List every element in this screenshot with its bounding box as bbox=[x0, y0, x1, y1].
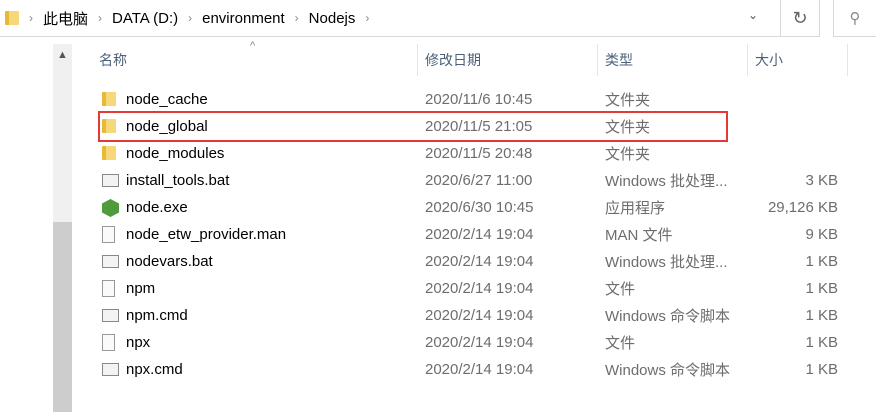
file-date: 2020/6/30 10:45 bbox=[425, 199, 534, 216]
column-date[interactable]: 修改日期 bbox=[425, 44, 598, 76]
file-size: 1 KB bbox=[805, 280, 838, 297]
file-row[interactable]: npx 2020/2/14 19:04 文件 1 KB bbox=[90, 329, 850, 356]
breadcrumb-nodejs[interactable]: Nodejs bbox=[309, 10, 356, 27]
doc-icon bbox=[102, 334, 115, 351]
folder-icon bbox=[5, 11, 19, 25]
folder-icon bbox=[102, 146, 116, 160]
file-type: Windows 命令脚本 bbox=[605, 362, 731, 379]
file-size: 1 KB bbox=[805, 307, 838, 324]
bat-icon bbox=[102, 363, 119, 376]
file-name: node_cache bbox=[126, 91, 208, 108]
file-name: install_tools.bat bbox=[126, 172, 230, 189]
doc-icon bbox=[102, 280, 115, 297]
file-size: 1 KB bbox=[805, 253, 838, 270]
chevron-right-icon: › bbox=[29, 11, 33, 25]
chevron-right-icon: › bbox=[98, 11, 103, 25]
column-type[interactable]: 类型 bbox=[605, 44, 748, 76]
file-type: Windows 命令脚本 bbox=[605, 308, 731, 325]
file-row[interactable]: node.exe 2020/6/30 10:45 应用程序 29,126 KB bbox=[90, 194, 850, 221]
file-name: npx bbox=[126, 334, 151, 351]
file-row[interactable]: node_etw_provider.man 2020/2/14 19:04 MA… bbox=[90, 221, 850, 248]
file-name: node_etw_provider.man bbox=[126, 226, 287, 243]
file-type: 文件夹 bbox=[605, 92, 651, 109]
file-date: 2020/2/14 19:04 bbox=[425, 334, 534, 351]
folder-icon bbox=[102, 92, 116, 106]
file-date: 2020/2/14 19:04 bbox=[425, 361, 534, 378]
chevron-right-icon: › bbox=[188, 11, 193, 25]
file-date: 2020/11/5 20:48 bbox=[425, 145, 533, 162]
file-size: 29,126 KB bbox=[767, 199, 838, 216]
file-row[interactable]: npx.cmd 2020/2/14 19:04 Windows 命令脚本 1 K… bbox=[90, 356, 850, 383]
file-name: npx.cmd bbox=[126, 361, 183, 378]
file-date: 2020/2/14 19:04 bbox=[425, 226, 534, 243]
file-size: 1 KB bbox=[805, 361, 838, 378]
file-row[interactable]: npm.cmd 2020/2/14 19:04 Windows 命令脚本 1 K… bbox=[90, 302, 850, 329]
file-size: 1 KB bbox=[805, 334, 838, 351]
bat-icon bbox=[102, 255, 119, 268]
file-name: npm.cmd bbox=[126, 307, 188, 324]
file-name: npm bbox=[126, 280, 156, 297]
file-type: 应用程序 bbox=[605, 200, 666, 217]
scrollbar[interactable]: ▲ bbox=[53, 44, 72, 412]
file-row[interactable]: node_modules 2020/11/5 20:48 文件夹 bbox=[90, 140, 850, 167]
chevron-right-icon: › bbox=[294, 11, 299, 25]
file-name: node_modules bbox=[126, 145, 225, 162]
scroll-up-icon[interactable]: ▲ bbox=[53, 44, 72, 66]
file-name: nodevars.bat bbox=[126, 253, 213, 270]
exe-icon bbox=[102, 199, 119, 217]
file-date: 2020/2/14 19:04 bbox=[425, 280, 534, 297]
file-type: Windows 批处理... bbox=[605, 173, 728, 190]
column-name[interactable]: 名称 bbox=[99, 44, 418, 76]
file-size: 9 KB bbox=[805, 226, 838, 243]
file-row[interactable]: npm 2020/2/14 19:04 文件 1 KB bbox=[90, 275, 850, 302]
refresh-button[interactable]: ↻ bbox=[780, 0, 820, 37]
chevron-down-icon[interactable]: ⌄ bbox=[748, 8, 758, 22]
file-type: 文件 bbox=[605, 335, 636, 352]
file-type: 文件夹 bbox=[605, 146, 651, 163]
file-name: node.exe bbox=[126, 199, 188, 216]
column-size[interactable]: 大小 bbox=[755, 44, 848, 76]
file-date: 2020/6/27 11:00 bbox=[425, 172, 533, 189]
breadcrumb-environment[interactable]: environment bbox=[202, 10, 285, 27]
scrollbar-thumb[interactable] bbox=[53, 222, 72, 412]
file-size: 3 KB bbox=[805, 172, 838, 189]
search-icon[interactable]: ⚲ bbox=[833, 0, 876, 37]
chevron-right-icon[interactable]: › bbox=[365, 11, 369, 25]
breadcrumb-data-drive[interactable]: DATA (D:) bbox=[112, 10, 178, 27]
file-date: 2020/2/14 19:04 bbox=[425, 307, 534, 324]
address-bar[interactable]: › 此电脑 › DATA (D:) › environment › Nodejs… bbox=[0, 0, 780, 37]
file-row[interactable]: node_cache 2020/11/6 10:45 文件夹 bbox=[90, 86, 850, 113]
bat-icon bbox=[102, 174, 119, 187]
file-row[interactable]: nodevars.bat 2020/2/14 19:04 Windows 批处理… bbox=[90, 248, 850, 275]
file-type: Windows 批处理... bbox=[605, 254, 728, 271]
file-row[interactable]: install_tools.bat 2020/6/27 11:00 Window… bbox=[90, 167, 850, 194]
breadcrumb-this-pc[interactable]: 此电脑 bbox=[43, 8, 88, 29]
file-date: 2020/11/6 10:45 bbox=[425, 91, 533, 108]
doc-icon bbox=[102, 226, 115, 243]
highlight-box bbox=[98, 111, 728, 142]
bat-icon bbox=[102, 309, 119, 322]
file-date: 2020/2/14 19:04 bbox=[425, 253, 534, 270]
file-type: MAN 文件 bbox=[605, 227, 673, 244]
file-type: 文件 bbox=[605, 281, 636, 298]
